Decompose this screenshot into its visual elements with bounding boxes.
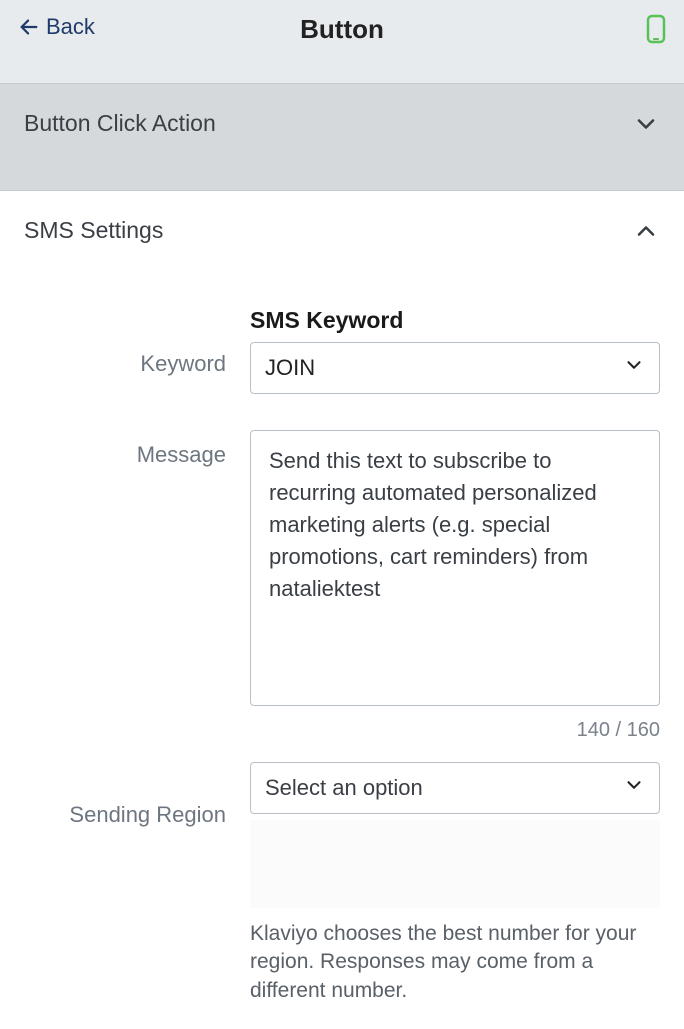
mobile-preview-button[interactable] (646, 14, 666, 44)
section-button-click-action[interactable]: Button Click Action (0, 84, 684, 191)
arrow-left-icon (18, 16, 40, 38)
sms-settings-body: Keyword SMS Keyword JOIN Message 140 / 1… (0, 307, 684, 1029)
page-header: Back Button (0, 0, 684, 84)
back-label: Back (46, 14, 95, 40)
back-button[interactable]: Back (18, 14, 95, 40)
sending-region-select[interactable]: Select an option (250, 762, 660, 814)
sending-region-label: Sending Region (24, 762, 250, 1005)
keyword-heading: SMS Keyword (250, 307, 660, 334)
section-sms-settings[interactable]: SMS Settings (0, 191, 684, 271)
sending-region-preview (250, 820, 660, 908)
page-title: Button (300, 14, 384, 45)
message-label: Message (24, 430, 250, 742)
sending-region-placeholder: Select an option (265, 775, 423, 801)
field-keyword: Keyword SMS Keyword JOIN (24, 307, 660, 394)
chevron-down-icon (623, 774, 645, 802)
message-char-count: 140 / 160 (250, 719, 660, 742)
section-title: Button Click Action (24, 110, 216, 137)
keyword-value: JOIN (265, 355, 315, 381)
chevron-down-icon (632, 110, 660, 138)
keyword-select[interactable]: JOIN (250, 342, 660, 394)
field-sending-region: Sending Region Select an option Klaviyo … (24, 762, 660, 1005)
keyword-label: Keyword (24, 307, 250, 394)
chevron-down-icon (623, 354, 645, 382)
message-textarea[interactable] (250, 430, 660, 706)
field-message: Message 140 / 160 (24, 430, 660, 742)
sending-region-helper: Klaviyo chooses the best number for your… (250, 920, 660, 1005)
chevron-up-icon (632, 217, 660, 245)
section-title: SMS Settings (24, 217, 163, 244)
